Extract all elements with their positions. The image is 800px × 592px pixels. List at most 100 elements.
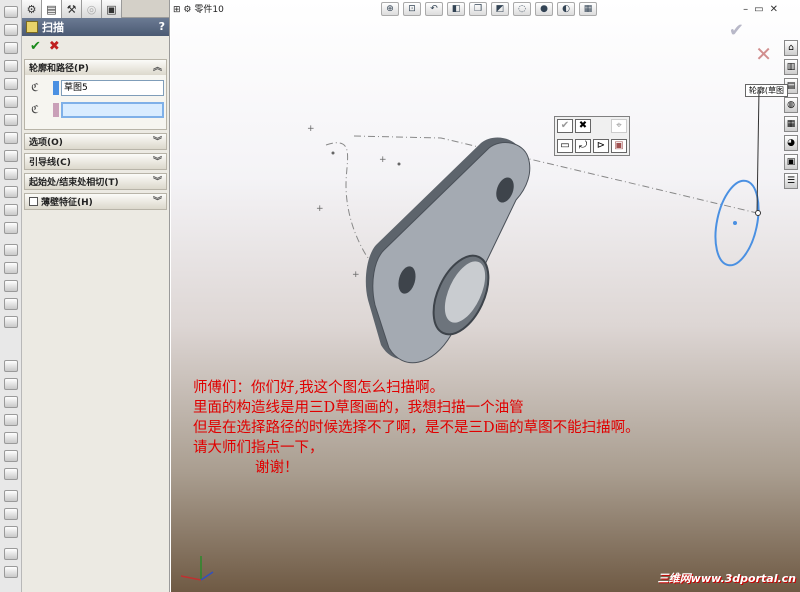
sketch-3d-icon[interactable] bbox=[4, 566, 18, 578]
select-loop-icon[interactable]: ▭ bbox=[557, 139, 573, 153]
chamfer-icon[interactable] bbox=[4, 150, 18, 162]
arc-icon[interactable] bbox=[4, 432, 18, 444]
graphics-viewport[interactable]: ⊞ ⚙ 零件10 ⊕ ⊡ ↶ ◧ ❒ ◩ ◌ ● ◐ ▦ – ▭ ✕ ✔ ✕ ⌂… bbox=[171, 0, 800, 592]
thin-feature-header[interactable]: 薄壁特征(H) ︾ bbox=[25, 194, 166, 209]
guide-curves-label: 引导线(C) bbox=[29, 158, 71, 168]
convert-icon[interactable] bbox=[4, 548, 18, 560]
sweep-icon[interactable] bbox=[4, 42, 18, 54]
sketch-point-marker: + bbox=[316, 204, 324, 214]
cut-revolve-icon[interactable] bbox=[4, 114, 18, 126]
rectangle-icon[interactable] bbox=[4, 396, 18, 408]
profile-icon: ℭ bbox=[31, 81, 39, 94]
sketch-icon[interactable] bbox=[4, 360, 18, 372]
selection-context-toolbar: ✔ ✖ ⌖ ▭ ⤾ ⊳ ▣ bbox=[554, 116, 630, 156]
cut-extrude-icon[interactable] bbox=[4, 96, 18, 108]
callout-anchor-point bbox=[755, 210, 761, 216]
relation-icon[interactable] bbox=[4, 508, 18, 520]
reference-geometry-icon[interactable] bbox=[4, 298, 18, 310]
filter-icon[interactable]: ⌖ bbox=[611, 119, 627, 133]
profile-path-label: 轮廓和路径(P) bbox=[29, 64, 89, 74]
manager-tabs: ⚙ ▤ ⚒ ◎ ▣ bbox=[22, 0, 169, 18]
select-partial-icon[interactable]: ⊳ bbox=[593, 139, 609, 153]
rib-icon[interactable] bbox=[4, 168, 18, 180]
question-line-5: 谢谢！ bbox=[255, 460, 299, 476]
path-row: ℭ bbox=[27, 101, 164, 119]
triad-axis-icon bbox=[180, 556, 214, 581]
display-manager-icon: ▣ bbox=[106, 2, 117, 16]
curves-icon[interactable] bbox=[4, 280, 18, 292]
sweep-feature-icon bbox=[26, 21, 38, 33]
chevron-up-icon[interactable]: ︽ bbox=[153, 60, 162, 73]
chevron-down-icon[interactable]: ︾ bbox=[153, 174, 162, 187]
help-button[interactable]: ? bbox=[159, 20, 165, 33]
sketch-point-marker: + bbox=[379, 155, 387, 165]
feature-header: 扫描 ? bbox=[22, 18, 169, 36]
loft-icon[interactable] bbox=[4, 60, 18, 72]
accept-icon[interactable]: ✔ bbox=[557, 119, 573, 133]
start-end-tangency-label: 起始处/结束处相切(T) bbox=[29, 178, 119, 188]
command-toolbar-left bbox=[0, 0, 22, 592]
callout-leader-line bbox=[756, 89, 760, 214]
chevron-down-icon[interactable]: ︾ bbox=[153, 134, 162, 147]
profile-row: ℭ 草图5 bbox=[27, 79, 164, 97]
profile-path-header[interactable]: 轮廓和路径(P) ︽ bbox=[25, 60, 166, 75]
circle-icon[interactable] bbox=[4, 414, 18, 426]
dimxpert-icon: ◎ bbox=[86, 2, 97, 16]
question-line-2: 里面的构造线是用三D草图画的，我想扫描一个油管 bbox=[193, 400, 524, 416]
sketch-point-marker: + bbox=[307, 124, 315, 134]
chevron-down-icon[interactable]: ︾ bbox=[153, 194, 162, 207]
options-header[interactable]: 选项(O) ︾ bbox=[25, 134, 166, 149]
configuration-icon: ⚒ bbox=[66, 2, 77, 16]
path-color-swatch bbox=[53, 103, 59, 117]
guide-curves-header[interactable]: 引导线(C) ︾ bbox=[25, 154, 166, 169]
start-end-tangency-header[interactable]: 起始处/结束处相切(T) ︾ bbox=[25, 174, 166, 189]
trim-icon[interactable] bbox=[4, 468, 18, 480]
feature-title: 扫描 bbox=[42, 21, 64, 34]
property-manager-tab[interactable]: ▤ bbox=[42, 0, 62, 18]
path-selection-box[interactable] bbox=[61, 102, 164, 118]
extrude-icon[interactable] bbox=[4, 6, 18, 18]
dimension-icon[interactable] bbox=[4, 490, 18, 502]
fillet-icon[interactable] bbox=[4, 132, 18, 144]
line-icon[interactable] bbox=[4, 378, 18, 390]
draft-icon[interactable] bbox=[4, 204, 18, 216]
property-manager-icon: ▤ bbox=[46, 2, 57, 16]
question-line-4: 请大师们指点一下， bbox=[193, 440, 324, 456]
mirror-icon[interactable] bbox=[4, 262, 18, 274]
configuration-manager-tab[interactable]: ⚒ bbox=[62, 0, 82, 18]
revolve-icon[interactable] bbox=[4, 24, 18, 36]
hole-icon[interactable] bbox=[4, 222, 18, 234]
select-region-icon[interactable]: ▣ bbox=[611, 139, 627, 153]
options-group: 选项(O) ︾ bbox=[24, 133, 167, 150]
ok-cancel-row: ✔ ✖ bbox=[22, 36, 169, 56]
thin-feature-group: 薄壁特征(H) ︾ bbox=[24, 193, 167, 210]
reject-icon[interactable]: ✖ bbox=[575, 119, 591, 133]
cancel-button[interactable]: ✖ bbox=[49, 39, 60, 54]
thin-feature-checkbox[interactable] bbox=[29, 197, 38, 206]
display-manager-tab[interactable]: ▣ bbox=[102, 0, 122, 18]
pattern-icon[interactable] bbox=[4, 244, 18, 256]
guide-curves-group: 引导线(C) ︾ bbox=[24, 153, 167, 170]
profile-selection-box[interactable]: 草图5 bbox=[61, 80, 164, 96]
sketch-point-marker: + bbox=[352, 270, 360, 280]
offset-icon[interactable] bbox=[4, 526, 18, 538]
question-line-3: 但是在选择路径的时候选择不了啊，是不是三D画的草图不能扫描啊。 bbox=[193, 420, 640, 436]
thin-feature-label: 薄壁特征(H) bbox=[41, 198, 93, 208]
user-question-text: 师傅们：你们好,我这个图怎么扫描啊。 里面的构造线是用三D草图画的，我想扫描一个… bbox=[193, 378, 640, 478]
dimxpert-tab[interactable]: ◎ bbox=[82, 0, 102, 18]
path-icon: ℭ bbox=[31, 103, 39, 116]
boundary-icon[interactable] bbox=[4, 78, 18, 90]
spline-icon[interactable] bbox=[4, 450, 18, 462]
helix-icon[interactable] bbox=[4, 316, 18, 328]
shell-icon[interactable] bbox=[4, 186, 18, 198]
sketch-point bbox=[331, 151, 335, 155]
chevron-down-icon[interactable]: ︾ bbox=[153, 154, 162, 167]
feature-tree-tab[interactable]: ⚙ bbox=[22, 0, 42, 18]
profile-color-swatch bbox=[53, 81, 59, 95]
model-graphics: + + + + bbox=[307, 89, 761, 364]
select-chain-icon[interactable]: ⤾ bbox=[575, 139, 591, 153]
feature-tree-icon: ⚙ bbox=[26, 2, 37, 16]
sketch-point bbox=[397, 162, 401, 166]
profile-path-group: 轮廓和路径(P) ︽ ℭ 草图5 ℭ bbox=[24, 59, 167, 130]
ok-button[interactable]: ✔ bbox=[30, 39, 41, 54]
